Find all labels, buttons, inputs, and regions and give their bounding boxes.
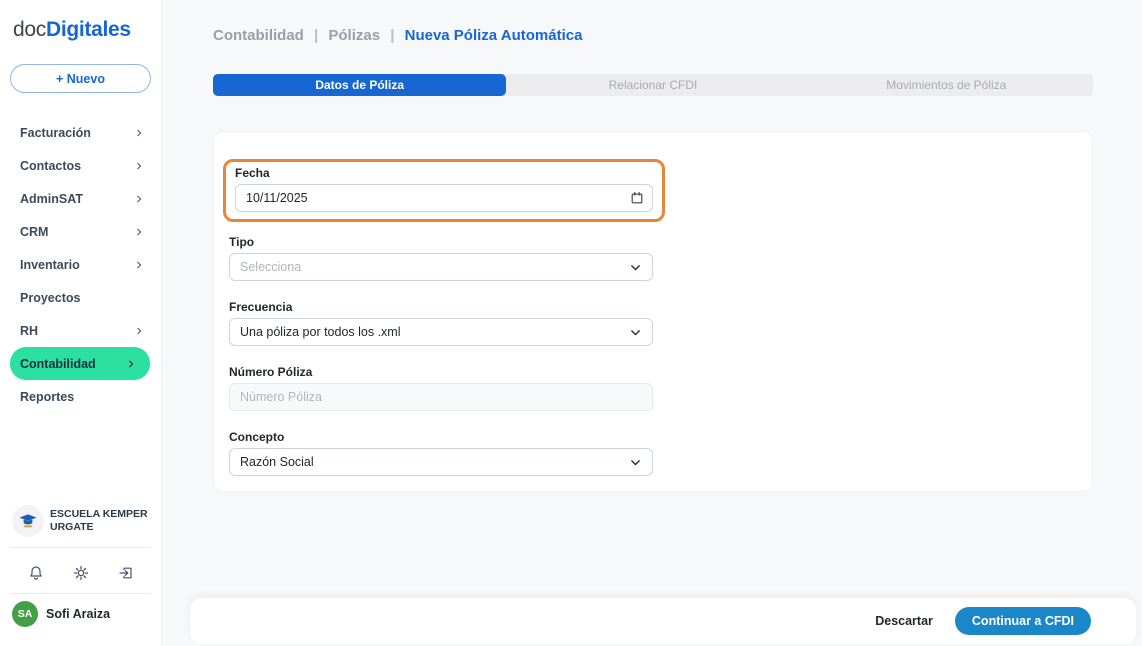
breadcrumb: Contabilidad | Pólizas | Nueva Póliza Au… (213, 27, 582, 44)
numero-poliza-field-group: Número Póliza (229, 365, 653, 411)
chevron-right-icon (134, 260, 144, 270)
notifications-bell-icon[interactable] (28, 565, 44, 581)
frecuencia-select[interactable]: Una póliza por todos los .xml (229, 318, 653, 346)
sidebar-item-label: AdminSAT (20, 192, 83, 206)
tipo-select[interactable]: Selecciona (229, 253, 653, 281)
sidebar-icon-row (0, 558, 162, 588)
chevron-right-icon (134, 161, 144, 171)
fecha-input[interactable] (235, 184, 653, 212)
sidebar-item-adminsat[interactable]: AdminSAT (0, 182, 162, 215)
annotation-highlight: Fecha (223, 159, 665, 222)
frecuencia-selected-value: Una póliza por todos los .xml (240, 325, 401, 339)
sidebar-item-label: Facturación (20, 126, 91, 140)
fecha-field-group: Fecha (235, 166, 653, 212)
user-name: Sofi Araiza (46, 607, 110, 621)
logo-suffix: Digitales (46, 18, 131, 41)
sidebar-item-proyectos[interactable]: Proyectos (0, 281, 162, 314)
tab-datos-de-poliza[interactable]: Datos de Póliza (213, 74, 506, 96)
breadcrumb-polizas[interactable]: Pólizas (328, 27, 380, 44)
graduation-cap-icon (17, 510, 39, 532)
user-account[interactable]: SA Sofi Araiza (12, 601, 110, 627)
sidebar-item-facturacion[interactable]: Facturación (0, 116, 162, 149)
discard-button[interactable]: Descartar (875, 614, 933, 628)
main-content: Contabilidad | Pólizas | Nueva Póliza Au… (162, 0, 1142, 646)
sidebar-item-label: Contabilidad (20, 357, 96, 371)
chevron-down-icon (629, 261, 642, 274)
concepto-field-group: Concepto Razón Social (229, 430, 653, 476)
continue-to-cfdi-button[interactable]: Continuar a CFDI (955, 607, 1091, 635)
company-avatar (12, 505, 44, 537)
company-switcher[interactable]: ESCUELA KEMPER URGATE (12, 505, 148, 537)
sidebar-item-label: Proyectos (20, 291, 80, 305)
frecuencia-field-group: Frecuencia Una póliza por todos los .xml (229, 300, 653, 346)
tipo-selected-value: Selecciona (240, 260, 301, 274)
logo-prefix: doc (13, 18, 46, 41)
tipo-label: Tipo (229, 235, 653, 249)
calendar-icon[interactable] (630, 191, 644, 205)
divider (10, 593, 151, 594)
user-avatar: SA (12, 601, 38, 627)
sidebar-item-contactos[interactable]: Contactos (0, 149, 162, 182)
sidebar-item-reportes[interactable]: Reportes (0, 380, 162, 413)
sidebar-item-label: Reportes (20, 390, 74, 404)
sidebar-item-inventario[interactable]: Inventario (0, 248, 162, 281)
chevron-down-icon (629, 456, 642, 469)
sidebar: docDigitales + Nuevo Facturación Contact… (0, 0, 162, 646)
sidebar-item-label: RH (20, 324, 38, 338)
concepto-select[interactable]: Razón Social (229, 448, 653, 476)
chevron-right-icon (126, 359, 136, 369)
concepto-label: Concepto (229, 430, 653, 444)
chevron-right-icon (134, 326, 144, 336)
settings-gear-icon[interactable] (73, 565, 89, 581)
divider (10, 547, 151, 548)
wizard-tabbar: Datos de Póliza Relacionar CFDI Movimien… (213, 74, 1093, 96)
chevron-down-icon (629, 326, 642, 339)
breadcrumb-contabilidad[interactable]: Contabilidad (213, 27, 304, 44)
company-name: ESCUELA KEMPER URGATE (50, 508, 148, 534)
sidebar-nav: Facturación Contactos AdminSAT CRM Inven… (0, 116, 162, 413)
chevron-right-icon (134, 227, 144, 237)
numero-poliza-label: Número Póliza (229, 365, 653, 379)
concepto-selected-value: Razón Social (240, 455, 314, 469)
sidebar-item-label: Contactos (20, 159, 81, 173)
chevron-right-icon (134, 194, 144, 204)
sidebar-item-contabilidad[interactable]: Contabilidad (10, 347, 150, 380)
fecha-label: Fecha (235, 166, 653, 180)
tipo-field-group: Tipo Selecciona (229, 235, 653, 281)
chevron-right-icon (134, 128, 144, 138)
frecuencia-label: Frecuencia (229, 300, 653, 314)
numero-poliza-input[interactable] (229, 383, 653, 411)
sidebar-item-label: CRM (20, 225, 48, 239)
page-title: Nueva Póliza Automática (405, 27, 583, 44)
tab-relacionar-cfdi[interactable]: Relacionar CFDI (506, 74, 799, 96)
logout-icon[interactable] (118, 565, 134, 581)
new-button[interactable]: + Nuevo (10, 64, 151, 93)
form-card: Fecha Tipo Selecciona (213, 131, 1093, 492)
sidebar-item-rh[interactable]: RH (0, 314, 162, 347)
breadcrumb-separator: | (390, 27, 394, 44)
sidebar-item-label: Inventario (20, 258, 80, 272)
sidebar-item-crm[interactable]: CRM (0, 215, 162, 248)
breadcrumb-separator: | (314, 27, 318, 44)
tab-movimientos-de-poliza[interactable]: Movimientos de Póliza (800, 74, 1093, 96)
action-footer: Descartar Continuar a CFDI (190, 598, 1136, 644)
app-logo: docDigitales (13, 18, 131, 42)
